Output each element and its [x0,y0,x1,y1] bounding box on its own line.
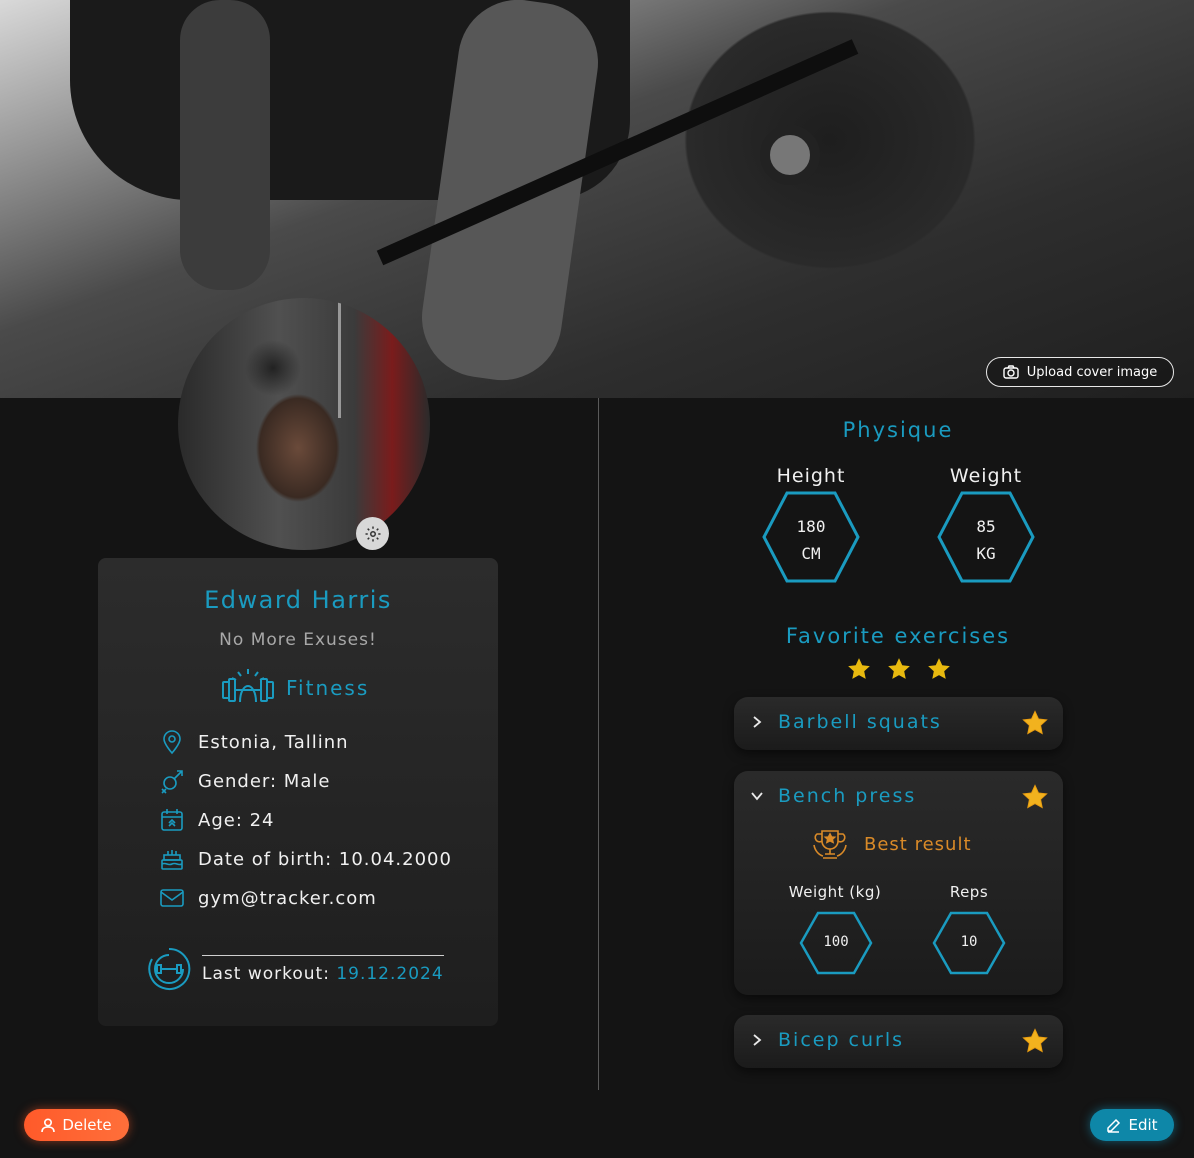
profile-card: Edward Harris No More Exuses! Fitness Es… [98,558,498,1026]
favorites-rating [846,656,952,682]
cake-icon [161,850,183,870]
trophy-icon [813,830,847,859]
fitness-icon [222,669,274,703]
delete-label: Delete [62,1116,112,1134]
star-icon [848,658,870,679]
last-workout: Last workout: 19.12.2024 [146,946,444,992]
dumbbell-cycle-icon [148,947,191,990]
avatar-cable [338,298,341,418]
star-icon [888,658,910,679]
location-row: Estonia, Tallinn [158,728,349,756]
age-text: Age: 24 [198,809,275,831]
profile-name: Edward Harris [204,586,392,614]
camera-icon [1003,365,1019,379]
delete-button[interactable]: Delete [24,1109,129,1141]
last-workout-label: Last workout: [202,963,337,984]
exercise-header[interactable]: Bench press [750,785,916,807]
exercise-card[interactable]: Bicep curls [734,1015,1063,1068]
pencil-icon [1107,1118,1121,1133]
edit-button[interactable]: Edit [1090,1109,1174,1141]
height-unit: CM [801,544,821,563]
exercise-card[interactable]: Barbell squats [734,697,1063,750]
column-divider [598,398,599,1090]
location-pin-icon [163,730,181,755]
gender-row: Gender: Male [158,767,330,795]
avatar-settings-button[interactable] [356,517,389,550]
calendar-icon [161,809,183,831]
height-value: 180 [796,517,826,536]
dob-text: Date of birth: 10.04.2000 [198,848,452,870]
gear-icon [365,526,380,541]
sport-badge: Fitness [220,666,369,710]
gender-text: Gender: Male [198,770,331,792]
best-reps-label: Reps [949,883,989,901]
height-value-group: 180 CM [761,513,861,567]
chevron-right-icon [753,1034,762,1046]
avatar [178,298,430,550]
height-label: Height [776,465,846,487]
sport-label: Fitness [286,676,370,700]
cover-leg [180,0,270,290]
location-text: Estonia, Tallinn [198,731,349,753]
email-text[interactable]: gym@tracker.com [198,888,377,909]
physique-title: Physique [842,418,954,442]
profile-motto: No More Exuses! [219,630,377,650]
weight-value: 85 [976,517,996,536]
email-row: gym@tracker.com [158,884,377,912]
cover-image [0,0,1194,398]
gender-icon [161,770,183,794]
best-result: Best result [810,825,972,863]
cover-plate [760,125,820,185]
exercise-header[interactable]: Barbell squats [750,711,942,733]
upload-cover-label: Upload cover image [1026,364,1158,380]
weight-value-group: 85 KG [936,513,1036,567]
best-weight-label: Weight (kg) [788,883,882,901]
best-reps-value: 10 [960,934,978,950]
last-workout-date: 19.12.2024 [336,963,444,984]
edit-label: Edit [1128,1116,1158,1134]
last-workout-text: Last workout: 19.12.2024 [202,954,444,984]
weight-label: Weight [949,465,1023,487]
chevron-down-icon [751,792,763,801]
star-icon[interactable] [1021,709,1049,737]
best-result-label: Best result [864,833,972,855]
favorites-title: Favorite exercises [785,624,1011,648]
chevron-right-icon [753,716,762,728]
exercise-card-expanded[interactable]: Bench press Best result Weight (kg) Reps… [734,771,1063,995]
star-icon[interactable] [1021,1027,1049,1055]
star-icon[interactable] [1021,783,1049,811]
exercise-name: Barbell squats [778,711,942,733]
dob-row: Date of birth: 10.04.2000 [158,845,452,873]
mail-icon [160,889,184,907]
weight-unit: KG [976,544,996,563]
exercise-header[interactable]: Bicep curls [750,1029,904,1051]
upload-cover-button[interactable]: Upload cover image [986,357,1174,387]
best-weight-value: 100 [823,934,849,950]
user-icon [41,1117,56,1132]
exercise-name: Bicep curls [778,1029,905,1051]
age-row: Age: 24 [158,806,275,834]
star-icon [928,658,950,679]
exercise-name: Bench press [778,785,917,807]
